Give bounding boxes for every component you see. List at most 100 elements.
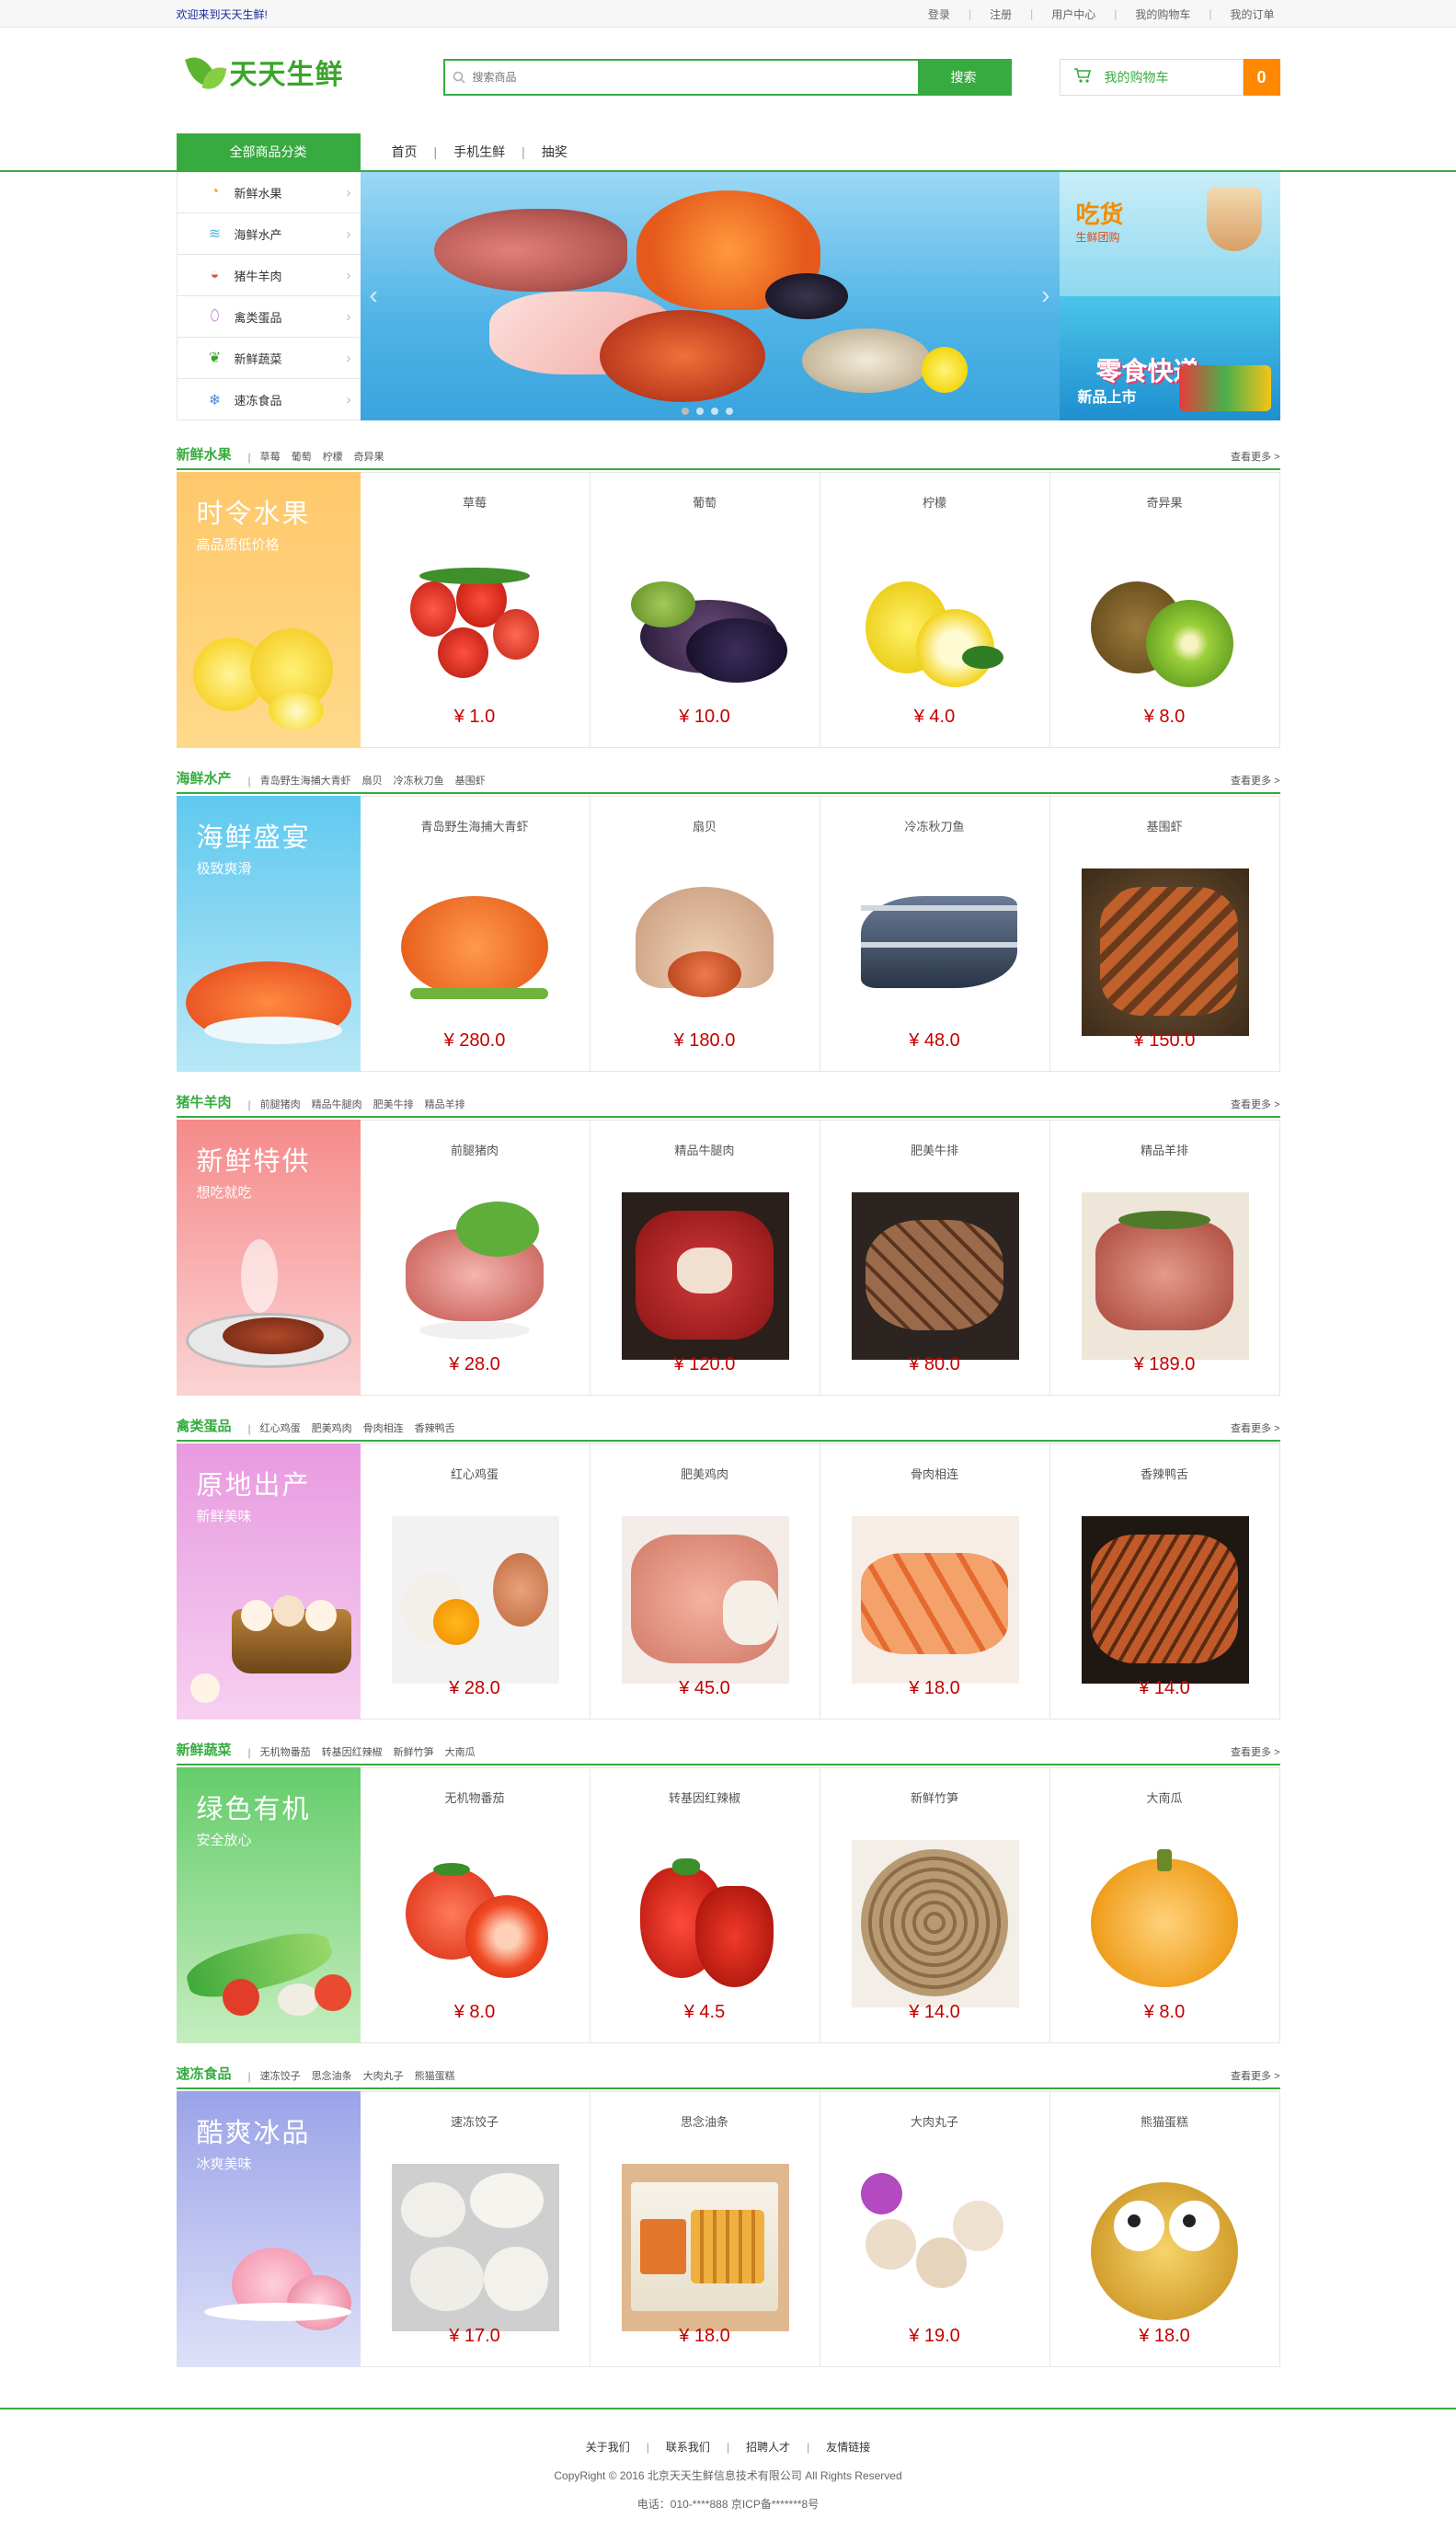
product-name[interactable]: 红心鸡蛋: [361, 1465, 590, 1482]
section-tag-link[interactable]: 无机物番茄: [260, 1744, 311, 1759]
slider-dot[interactable]: [695, 408, 704, 415]
product-card[interactable]: 肥美鸡肉 ¥ 45.0: [590, 1443, 820, 1719]
register-link[interactable]: 注册: [984, 6, 1017, 22]
section-tag-link[interactable]: 冷冻秋刀鱼: [394, 773, 444, 788]
section-tag-link[interactable]: 转基因红辣椒: [322, 1744, 383, 1759]
product-image[interactable]: [852, 868, 1019, 1036]
slider-prev-icon[interactable]: ‹: [370, 281, 378, 310]
product-image[interactable]: [851, 1840, 1019, 2007]
product-card[interactable]: 速冻饺子 ¥ 17.0: [360, 2091, 590, 2367]
product-card[interactable]: 红心鸡蛋 ¥ 28.0: [360, 1443, 590, 1719]
category-item-vegetables[interactable]: ❦ 新鲜蔬菜 ›: [177, 338, 361, 379]
section-tag-link[interactable]: 奇异果: [354, 449, 384, 464]
product-name[interactable]: 基围虾: [1050, 817, 1279, 834]
product-image[interactable]: [1081, 868, 1249, 1036]
product-card[interactable]: 葡萄 ¥ 10.0: [590, 472, 820, 748]
product-card[interactable]: 新鲜竹笋 ¥ 14.0: [820, 1767, 1050, 2043]
product-name[interactable]: 奇异果: [1050, 493, 1279, 511]
nav-mobile[interactable]: 手机生鲜: [453, 143, 505, 161]
section-tag-link[interactable]: 草莓: [260, 449, 281, 464]
product-image[interactable]: [851, 2164, 1019, 2331]
product-image[interactable]: [621, 2164, 789, 2331]
search-input[interactable]: [472, 61, 918, 94]
product-image[interactable]: [852, 545, 1019, 712]
section-tag-link[interactable]: 精品牛腿肉: [312, 1097, 362, 1111]
section-tag-link[interactable]: 扇贝: [362, 773, 383, 788]
product-image[interactable]: [622, 868, 789, 1036]
product-name[interactable]: 新鲜竹笋: [820, 1788, 1049, 1806]
section-title[interactable]: 猪牛羊肉: [177, 1092, 232, 1111]
product-name[interactable]: 精品羊排: [1050, 1141, 1279, 1158]
product-image[interactable]: [621, 1192, 789, 1360]
product-name[interactable]: 骨肉相连: [820, 1465, 1049, 1482]
product-image[interactable]: [392, 1840, 559, 2007]
product-card[interactable]: 奇异果 ¥ 8.0: [1049, 472, 1280, 748]
slider-dot[interactable]: [710, 408, 718, 415]
product-card[interactable]: 熊猫蛋糕 ¥ 18.0: [1049, 2091, 1280, 2367]
section-tag-link[interactable]: 速冻饺子: [260, 2068, 301, 2083]
my-orders-link[interactable]: 我的订单: [1224, 6, 1279, 22]
section-tag-link[interactable]: 思念油条: [312, 2068, 352, 2083]
product-name[interactable]: 前腿猪肉: [361, 1141, 590, 1158]
product-card[interactable]: 转基因红辣椒 ¥ 4.5: [590, 1767, 820, 2043]
product-card[interactable]: 前腿猪肉 ¥ 28.0: [360, 1120, 590, 1396]
section-title[interactable]: 新鲜蔬菜: [177, 1740, 232, 1759]
view-more-link[interactable]: 查看更多 >: [1231, 773, 1279, 788]
view-more-link[interactable]: 查看更多 >: [1231, 1097, 1279, 1111]
product-image[interactable]: [392, 868, 559, 1036]
section-tag-link[interactable]: 熊猫蛋糕: [415, 2068, 455, 2083]
search-button[interactable]: 搜索: [917, 61, 1010, 94]
cart-widget[interactable]: 我的购物车 0: [1059, 59, 1280, 96]
view-more-link[interactable]: 查看更多 >: [1231, 2068, 1279, 2083]
product-card[interactable]: 肥美牛排 ¥ 80.0: [820, 1120, 1050, 1396]
user-center-link[interactable]: 用户中心: [1046, 6, 1101, 22]
footer-friend-links[interactable]: 友情链接: [826, 2439, 870, 2455]
product-name[interactable]: 精品牛腿肉: [590, 1141, 820, 1158]
product-name[interactable]: 肥美牛排: [820, 1141, 1049, 1158]
product-name[interactable]: 香辣鸭舌: [1050, 1465, 1279, 1482]
section-title[interactable]: 新鲜水果: [177, 444, 232, 464]
cart-box[interactable]: 我的购物车: [1059, 59, 1244, 96]
product-image[interactable]: [391, 1516, 559, 1684]
product-image[interactable]: [851, 1516, 1019, 1684]
product-name[interactable]: 大南瓜: [1050, 1788, 1279, 1806]
product-card[interactable]: 青岛野生海捕大青虾 ¥ 280.0: [360, 796, 590, 1072]
section-promo-banner[interactable]: 酷爽冰品 冰爽美味: [176, 2091, 361, 2367]
view-more-link[interactable]: 查看更多 >: [1231, 1744, 1279, 1759]
section-tag-link[interactable]: 葡萄: [292, 449, 312, 464]
product-image[interactable]: [1081, 1516, 1249, 1684]
product-image[interactable]: [1082, 545, 1249, 712]
section-tag-link[interactable]: 青岛野生海捕大青虾: [260, 773, 351, 788]
product-card[interactable]: 扇贝 ¥ 180.0: [590, 796, 820, 1072]
section-promo-banner[interactable]: 新鲜特供 想吃就吃: [176, 1120, 361, 1396]
nav-lottery[interactable]: 抽奖: [542, 143, 567, 161]
product-card[interactable]: 无机物番茄 ¥ 8.0: [360, 1767, 590, 2043]
product-name[interactable]: 速冻饺子: [361, 2112, 590, 2130]
product-image[interactable]: [1082, 1840, 1249, 2007]
product-card[interactable]: 精品羊排 ¥ 189.0: [1049, 1120, 1280, 1396]
nav-home[interactable]: 首页: [392, 143, 418, 161]
section-tag-link[interactable]: 柠檬: [323, 449, 343, 464]
product-card[interactable]: 大肉丸子 ¥ 19.0: [820, 2091, 1050, 2367]
section-title[interactable]: 速冻食品: [177, 2064, 232, 2083]
section-title[interactable]: 海鲜水产: [177, 768, 232, 788]
section-tag-link[interactable]: 肥美牛排: [373, 1097, 414, 1111]
product-image[interactable]: [1082, 2164, 1249, 2331]
section-tag-link[interactable]: 骨肉相连: [363, 1420, 404, 1435]
banner-slider[interactable]: ‹ ›: [360, 172, 1060, 420]
category-item-meat[interactable]: ◒ 猪牛羊肉 ›: [177, 255, 361, 296]
section-tag-link[interactable]: 香辣鸭舌: [415, 1420, 455, 1435]
section-tag-link[interactable]: 新鲜竹笋: [394, 1744, 434, 1759]
section-tag-link[interactable]: 大肉丸子: [363, 2068, 404, 2083]
category-item-fruit[interactable]: ◔ 新鲜水果 ›: [177, 172, 361, 213]
footer-jobs[interactable]: 招聘人才: [746, 2439, 790, 2455]
product-card[interactable]: 香辣鸭舌 ¥ 14.0: [1049, 1443, 1280, 1719]
slider-next-icon[interactable]: ›: [1041, 281, 1049, 310]
ad-drinks[interactable]: 零食快递 新品上市: [1059, 296, 1280, 420]
login-link[interactable]: 登录: [923, 6, 956, 22]
product-card[interactable]: 精品牛腿肉 ¥ 120.0: [590, 1120, 820, 1396]
section-tag-link[interactable]: 前腿猪肉: [260, 1097, 301, 1111]
product-name[interactable]: 肥美鸡肉: [590, 1465, 820, 1482]
ad-snacks[interactable]: 吃货 生鲜团购: [1059, 172, 1280, 296]
section-promo-banner[interactable]: 原地出产 新鲜美味: [176, 1443, 361, 1719]
